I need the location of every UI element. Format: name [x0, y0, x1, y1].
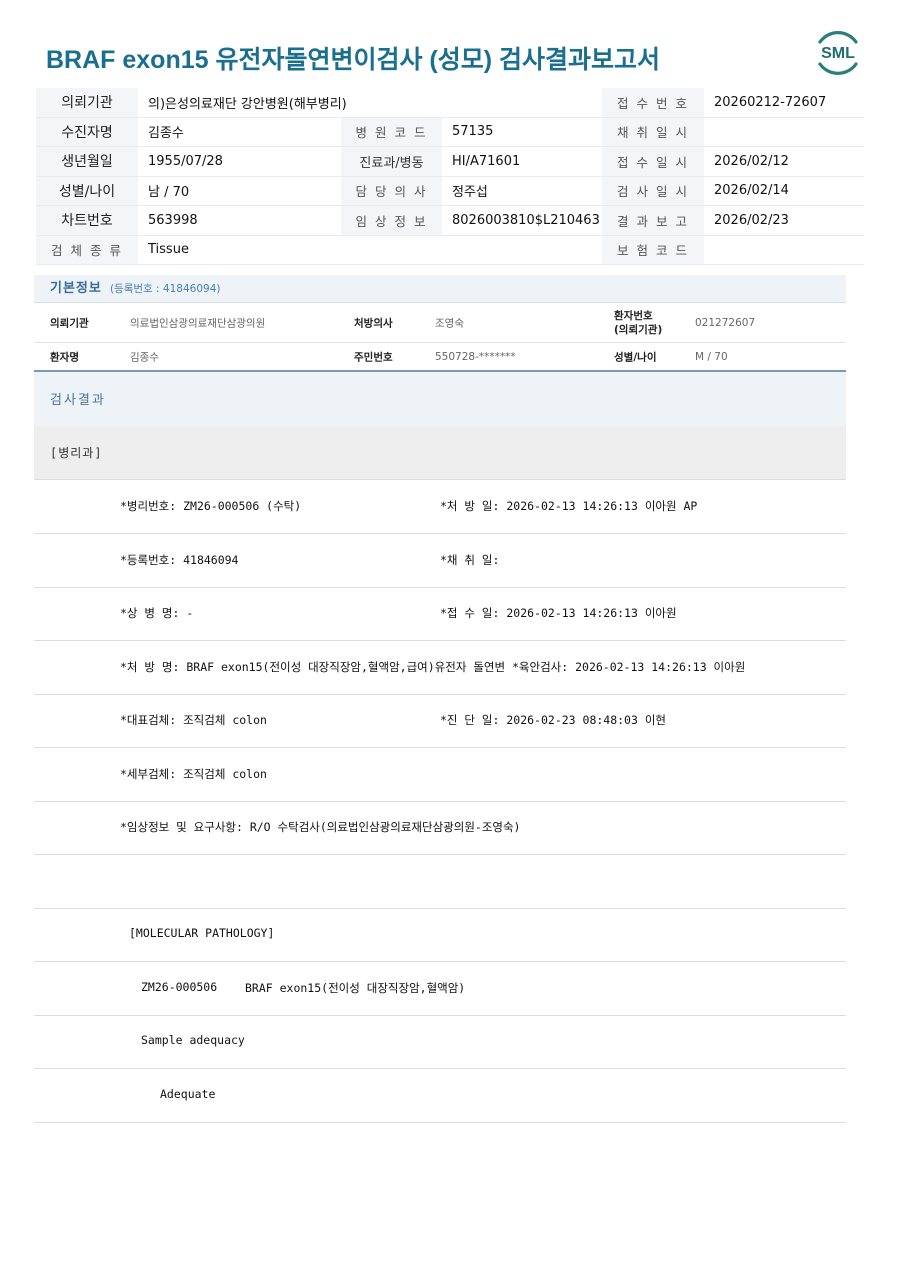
header-row: 수진자명 김종수 병 원 코 드 57135 채 취 일 시 [36, 117, 864, 147]
basic-info-title: 기본정보 [50, 281, 102, 296]
basic-label-patient-name: 환자명 [50, 351, 79, 363]
receipt-date-line: *접 수 일: 2026-02-13 14:26:13 이아원 [440, 606, 677, 620]
representative-specimen: *대표검체: 조직검체 colon [120, 713, 267, 727]
basic-value-patient-number: 021272607 [695, 316, 756, 329]
label-hospital-code: 병 원 코 드 [341, 117, 442, 147]
basic-label-patient-number-line2: (의뢰기관) [614, 323, 663, 336]
sample-adequacy-value: Adequate [160, 1087, 216, 1101]
basic-value-sex-age: M / 70 [695, 350, 728, 363]
basic-info-row: 의뢰기관 의료법인삼광의료재단삼광의원 처방의사 조영숙 환자번호 (의뢰기관)… [34, 303, 846, 343]
label-clinical-info: 임 상 정 보 [341, 205, 442, 236]
diagnosis-date: *진 단 일: 2026-02-23 08:48:03 이현 [440, 713, 666, 727]
value-insurance-code [704, 235, 864, 265]
header-row: 의뢰기관 의)은성의료재단 강안병원(해부병리) 접 수 번 호 2026021… [36, 88, 864, 118]
label-chart-number: 차트번호 [36, 205, 138, 236]
value-requesting-institution: 의)은성의료재단 강안병원(해부병리) [138, 88, 602, 118]
label-receipt-number: 접 수 번 호 [602, 88, 704, 118]
molecular-pathology-heading: [MOLECULAR PATHOLOGY] [129, 926, 275, 940]
sample-adequacy-label: Sample adequacy [141, 1033, 245, 1047]
detailed-specimen: *세부검체: 조직검체 colon [120, 767, 267, 781]
result-row: *등록번호: 41846094 *채 취 일: [34, 534, 846, 588]
value-specimen-type: Tissue [138, 235, 602, 265]
result-heading-text: 검사결과 [50, 393, 106, 408]
value-collection-date [704, 117, 864, 147]
collection-date-line: *채 취 일: [440, 553, 500, 567]
basic-label-prescriber: 처방의사 [354, 317, 393, 329]
prescription-date: *처 방 일: 2026-02-13 14:26:13 이아원 AP [440, 499, 698, 513]
label-specimen-type: 검 체 종 류 [36, 235, 138, 265]
basic-label-resident-number: 주민번호 [354, 351, 393, 363]
result-row: [MOLECULAR PATHOLOGY] [34, 908, 846, 962]
label-doctor: 담 당 의 사 [341, 176, 442, 206]
result-heading: 검사결과 [34, 372, 846, 427]
molecular-case-number: ZM26-000506 [141, 980, 218, 994]
pathology-section-header: [병리과] [34, 426, 846, 480]
label-result-report: 결 과 보 고 [602, 205, 704, 236]
result-row: Adequate [34, 1069, 846, 1123]
label-requesting-institution: 의뢰기관 [36, 88, 138, 118]
value-department: HI/A71601 [442, 146, 602, 177]
sml-logo: SML [818, 31, 858, 75]
result-row: *임상정보 및 요구사항: R/O 수탁검사(의료법인삼광의료재단삼광의원-조영… [34, 801, 846, 855]
basic-value-prescriber: 조영숙 [435, 317, 464, 329]
clinical-info-requests: *임상정보 및 요구사항: R/O 수탁검사(의료법인삼광의료재단삼광의원-조영… [120, 820, 521, 834]
label-patient-name: 수진자명 [36, 117, 138, 147]
basic-value-resident-number: 550728-******* [435, 350, 516, 363]
value-sex-age: 남 / 70 [138, 176, 341, 206]
report-header-table: 의뢰기관 의)은성의료재단 강안병원(해부병리) 접 수 번 호 2026021… [36, 88, 864, 265]
value-test-date: 2026/02/14 [704, 176, 864, 206]
basic-info-registration: (등록번호 : 41846094) [109, 283, 221, 295]
header-row: 성별/나이 남 / 70 담 당 의 사 정주섭 검 사 일 시 2026/02… [36, 176, 864, 206]
basic-info-header: 기본정보 (등록번호 : 41846094) [34, 275, 846, 303]
label-insurance-code: 보 험 코 드 [602, 235, 704, 265]
diagnosis-name: *상 병 명: - [120, 606, 194, 620]
result-row: *병리번호: ZM26-000506 (수탁) *처 방 일: 2026-02-… [34, 480, 846, 534]
pathology-number: *병리번호: ZM26-000506 (수탁) [120, 499, 302, 513]
prescription-name: *처 방 명: BRAF exon15(전이성 대장직장암,혈액암,급여)유전자… [120, 660, 746, 674]
result-row: *세부검체: 조직검체 colon [34, 748, 846, 802]
result-row: ZM26-000506 BRAF exon15(전이성 대장직장암,혈액암) [34, 962, 846, 1016]
logo-text: SML [821, 45, 855, 62]
label-sex-age: 성별/나이 [36, 176, 138, 206]
basic-label-patient-number: 환자번호 (의뢰기관) [614, 309, 662, 337]
result-row: *처 방 명: BRAF exon15(전이성 대장직장암,혈액암,급여)유전자… [34, 641, 846, 695]
label-department: 진료과/병동 [341, 146, 442, 177]
basic-info-row: 환자명 김종수 주민번호 550728-******* 성별/나이 M / 70 [34, 343, 846, 372]
value-patient-name: 김종수 [138, 117, 341, 147]
label-receipt-date: 접 수 일 시 [602, 146, 704, 177]
header-row: 차트번호 563998 임 상 정 보 8026003810$L210463 결… [36, 205, 864, 236]
value-receipt-date: 2026/02/12 [704, 146, 864, 177]
header-row: 검 체 종 류 Tissue 보 험 코 드 [36, 235, 864, 265]
value-doctor: 정주섭 [442, 176, 602, 206]
header-row: 생년월일 1955/07/28 진료과/병동 HI/A71601 접 수 일 시… [36, 146, 864, 177]
result-row: *상 병 명: - *접 수 일: 2026-02-13 14:26:13 이아… [34, 587, 846, 641]
label-birth-date: 생년월일 [36, 146, 138, 177]
result-row-empty [34, 855, 846, 909]
label-test-date: 검 사 일 시 [602, 176, 704, 206]
basic-value-patient-name: 김종수 [130, 351, 159, 363]
value-chart-number: 563998 [138, 205, 341, 236]
basic-value-institution: 의료법인삼광의료재단삼광의원 [130, 317, 266, 329]
value-clinical-info: 8026003810$L210463 [442, 205, 602, 236]
result-row: Sample adequacy [34, 1015, 846, 1069]
pathology-section-label: [병리과] [50, 446, 103, 460]
value-receipt-number: 20260212-72607 [704, 88, 864, 118]
basic-label-sex-age: 성별/나이 [614, 351, 657, 363]
basic-label-institution: 의뢰기관 [50, 317, 89, 329]
result-row: *대표검체: 조직검체 colon *진 단 일: 2026-02-23 08:… [34, 694, 846, 748]
basic-info-section: 기본정보 (등록번호 : 41846094) 의뢰기관 의료법인삼광의료재단삼광… [34, 275, 846, 372]
registration-number: *등록번호: 41846094 [120, 553, 239, 567]
value-birth-date: 1955/07/28 [138, 146, 341, 177]
value-hospital-code: 57135 [442, 117, 602, 147]
value-result-report: 2026/02/23 [704, 205, 864, 236]
report-title: BRAF exon15 유전자돌연변이검사 (성모) 검사결과보고서 [46, 46, 661, 74]
basic-label-patient-number-line1: 환자번호 [614, 309, 653, 322]
label-collection-date: 채 취 일 시 [602, 117, 704, 147]
molecular-test-name: BRAF exon15(전이성 대장직장암,혈액암) [245, 981, 466, 995]
